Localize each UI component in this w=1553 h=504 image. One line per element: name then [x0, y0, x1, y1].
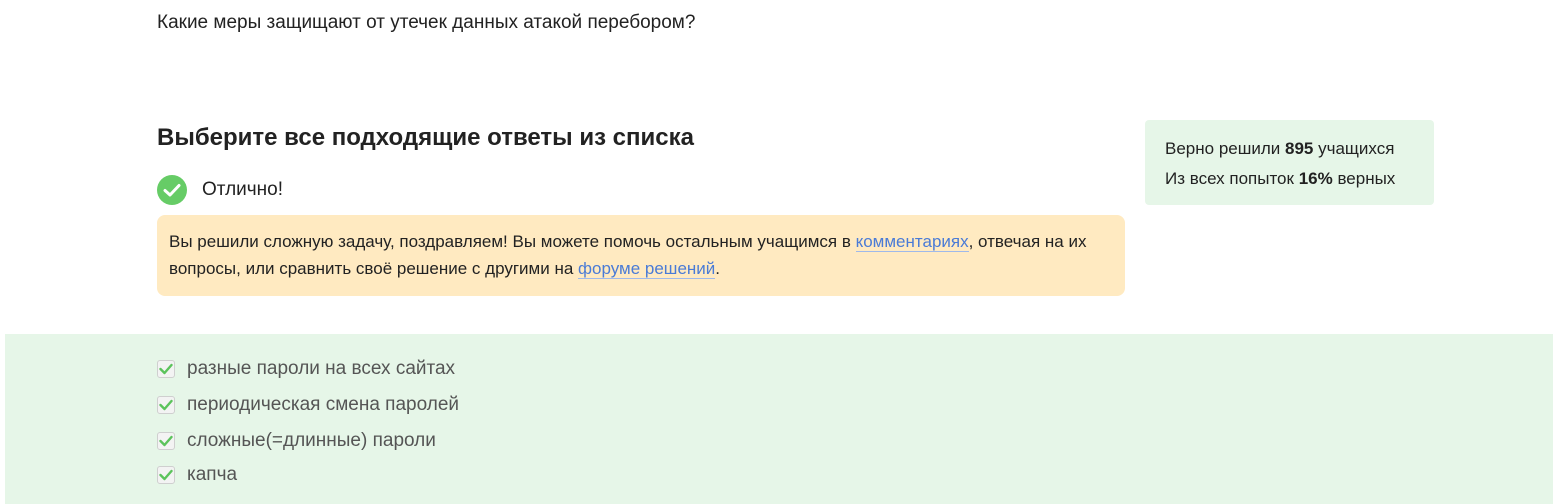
checkbox[interactable] [157, 466, 175, 484]
checkbox[interactable] [157, 396, 175, 414]
attempts-prefix: Из всех попыток [1165, 169, 1299, 188]
task-title: Выберите все подходящие ответы из списка [157, 124, 694, 151]
result-status: Отлично! [157, 174, 283, 205]
solved-prefix: Верно решили [1165, 139, 1285, 158]
congrats-text-1: Вы решили сложную задачу, поздравляем! В… [169, 232, 856, 251]
solved-stat: Верно решили 895 учащихся [1165, 134, 1414, 164]
answer-option[interactable]: сложные(=длинные) пароли [157, 429, 436, 453]
step-page: Какие меры защищают от утечек данных ата… [0, 0, 1553, 504]
result-text: Отлично! [202, 178, 284, 200]
answer-option[interactable]: периодическая смена паролей [157, 393, 459, 417]
answer-option-label: капча [187, 464, 238, 485]
checkmark-icon [159, 435, 173, 447]
answer-option-label: периодическая смена паролей [187, 394, 460, 415]
attempts-percent: 16% [1298, 169, 1333, 188]
solved-suffix: учащихся [1313, 139, 1395, 158]
checkbox[interactable] [157, 432, 175, 450]
checkbox[interactable] [157, 360, 175, 378]
congrats-notice: Вы решили сложную задачу, поздравляем! В… [157, 215, 1125, 296]
stats-panel: Верно решили 895 учащихся Из всех попыто… [1145, 120, 1434, 205]
comments-link[interactable]: комментариях [855, 232, 969, 252]
answer-option-label: сложные(=длинные) пароли [187, 430, 436, 451]
checkmark-icon [159, 469, 173, 481]
checkmark-icon [159, 399, 173, 411]
checkmark-icon [159, 363, 173, 375]
solutions-forum-link[interactable]: форуме решений [578, 259, 716, 279]
attempts-stat: Из всех попыток 16% верных [1165, 164, 1414, 194]
answer-option-label: разные пароли на всех сайтах [187, 358, 456, 379]
check-circle-icon [157, 174, 187, 205]
question-text: Какие меры защищают от утечек данных ата… [157, 12, 696, 33]
solved-count: 895 [1285, 139, 1314, 158]
answer-options: разные пароли на всех сайтах периодическ… [5, 334, 1553, 504]
answer-option[interactable]: разные пароли на всех сайтах [157, 357, 455, 381]
answer-option[interactable]: капча [157, 463, 237, 487]
attempts-suffix: верных [1332, 169, 1396, 188]
congrats-text-3: . [715, 259, 721, 278]
